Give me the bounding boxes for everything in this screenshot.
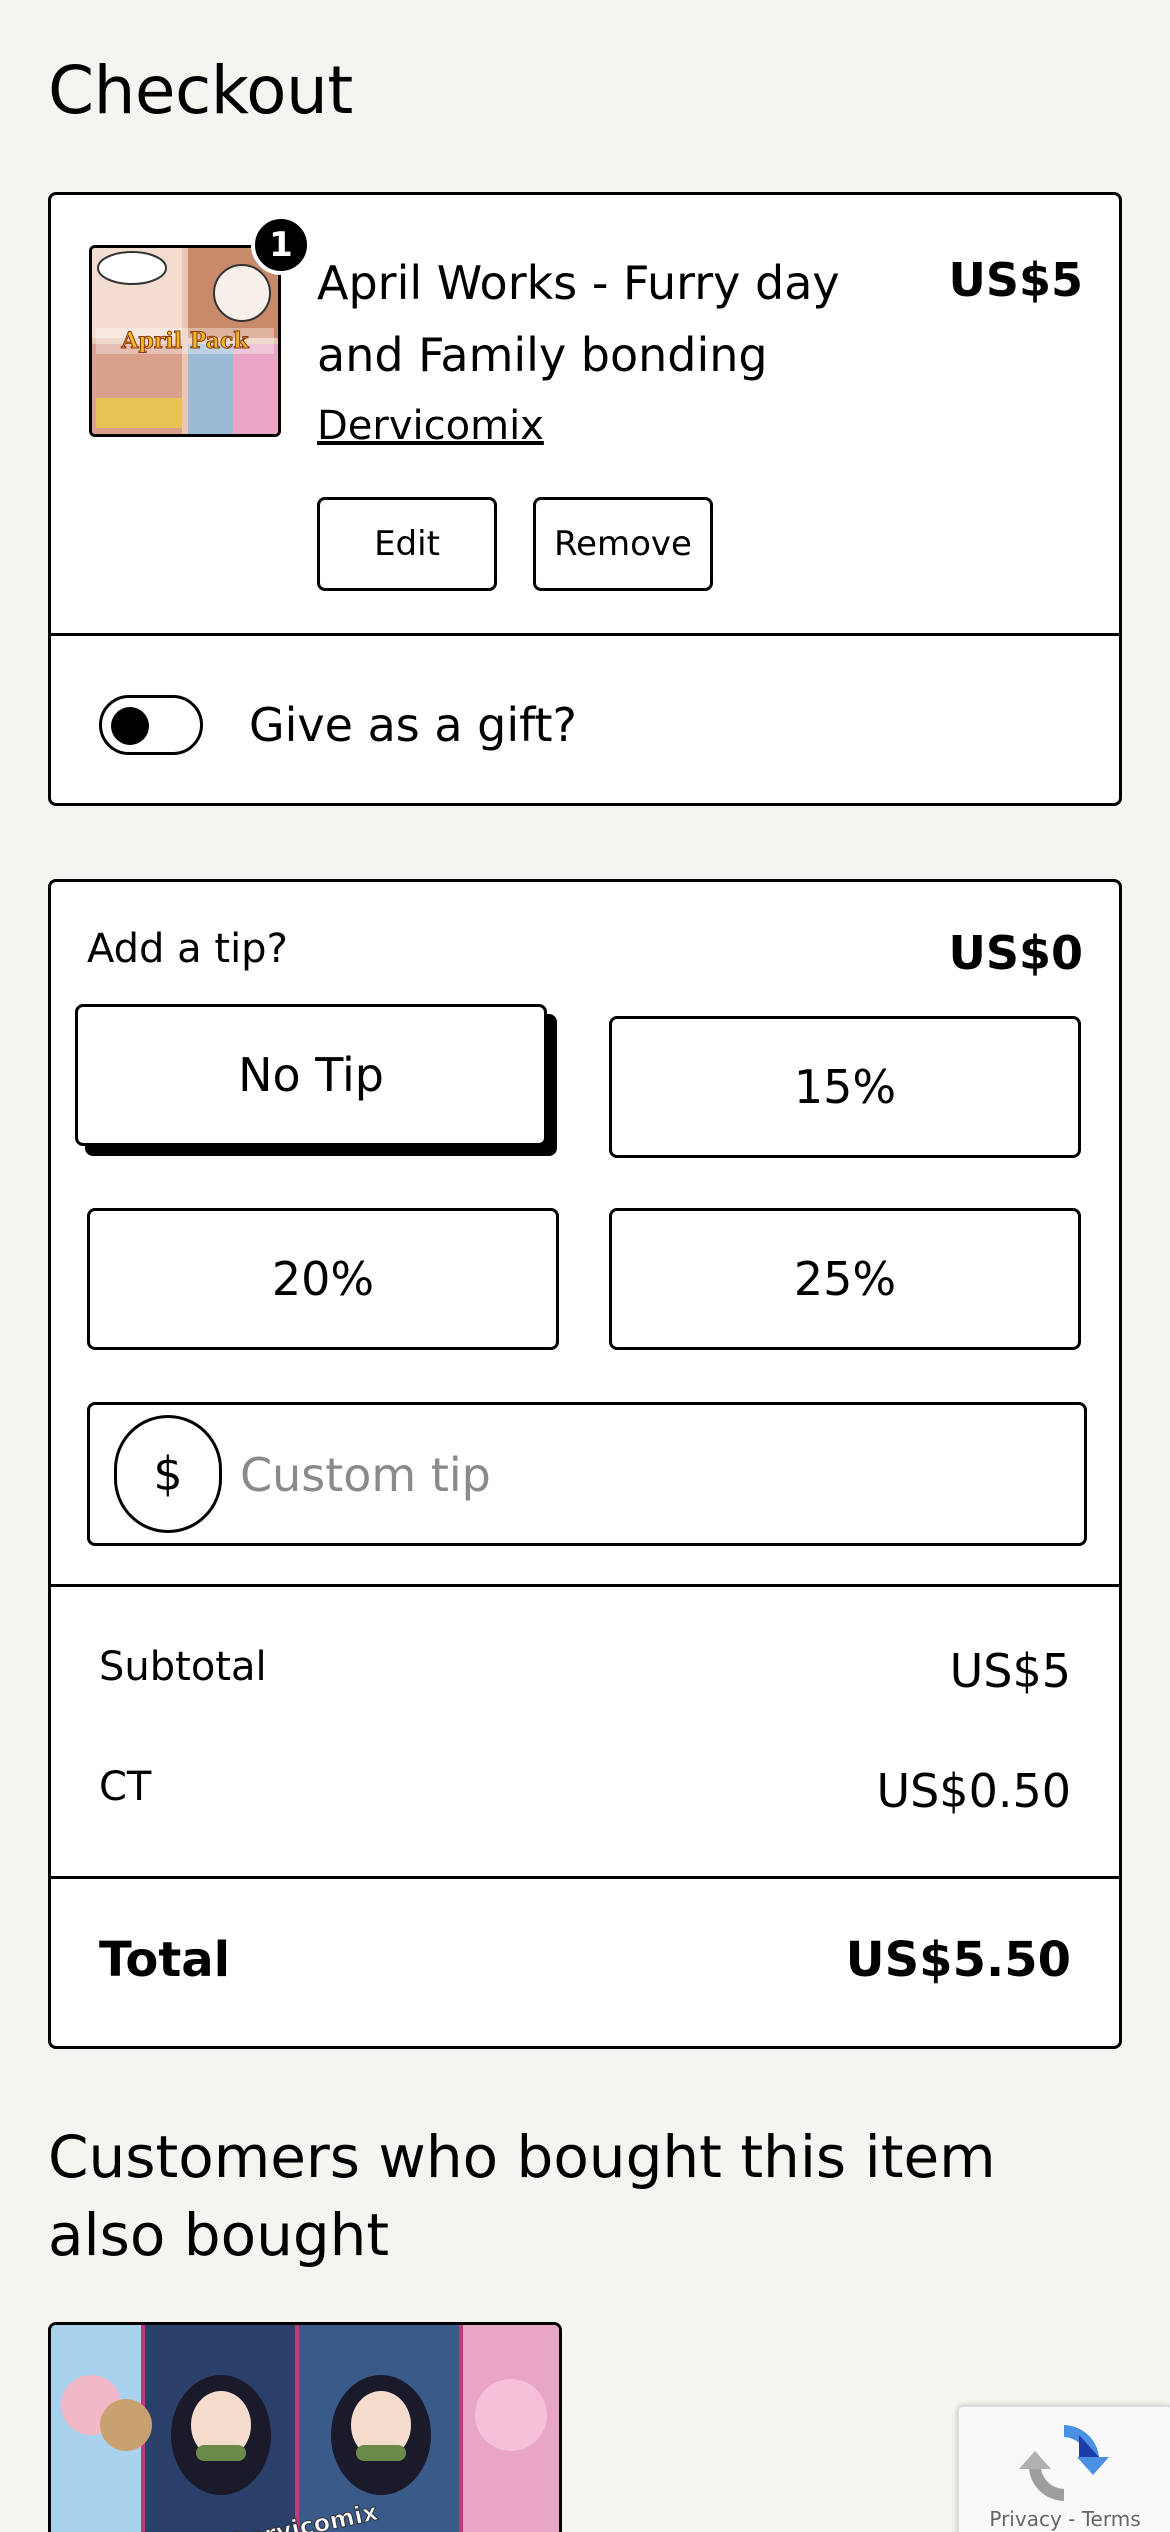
gift-toggle[interactable] (99, 695, 203, 755)
creator-link[interactable]: Dervicomix (317, 403, 544, 449)
tip-option-25[interactable]: 25% (609, 1208, 1081, 1350)
divider (51, 633, 1119, 636)
product-name: April Works - Furry day and Family bondi… (317, 256, 840, 382)
custom-tip-field: $ (87, 1402, 1087, 1546)
page-title: Checkout (48, 52, 353, 129)
tip-title: Add a tip? (87, 926, 288, 972)
tip-amount: US$0 (948, 926, 1084, 980)
divider (51, 1876, 1119, 1879)
recaptcha-badge[interactable]: Privacy - Terms (958, 2406, 1170, 2532)
total-label: Total (99, 1932, 231, 1988)
product-price: US$5 (948, 253, 1084, 307)
total-value: US$5.50 (845, 1932, 1071, 1988)
subtotal-value: US$5 (949, 1644, 1071, 1698)
remove-button[interactable]: Remove (533, 497, 713, 591)
recommended-product-image: Dervicomix (51, 2325, 559, 2532)
recaptcha-text[interactable]: Privacy - Terms (959, 2507, 1170, 2531)
tip-option-20[interactable]: 20% (87, 1208, 559, 1350)
tip-option-15[interactable]: 15% (609, 1016, 1081, 1158)
product-thumbnail-text: April Pack (120, 328, 249, 354)
toggle-knob (111, 707, 149, 745)
quantity-badge: 1 (251, 215, 311, 275)
subtotal-label: Subtotal (99, 1644, 267, 1690)
product-thumbnail[interactable]: April Pack (89, 245, 281, 437)
recaptcha-icon (1019, 2425, 1109, 2501)
divider (51, 1584, 1119, 1587)
product-thumbnail-image: April Pack (92, 248, 278, 434)
dollar-icon: $ (114, 1415, 222, 1533)
tax-value: US$0.50 (876, 1764, 1071, 1818)
recommendations-title: Customers who bought this item also boug… (48, 2123, 996, 2269)
cart-item-card: 1 April Pack April Works - Furry day and… (48, 192, 1122, 806)
checkout-page: Checkout 1 April Pack April Works - Furr… (0, 0, 1170, 2532)
tip-option-no-tip[interactable]: No Tip (75, 1004, 547, 1146)
recommended-product-thumbnail[interactable]: Dervicomix (48, 2322, 562, 2532)
tip-summary-card: Add a tip? US$0 No Tip 15% 20% 25% $ Sub… (48, 879, 1122, 2049)
edit-button[interactable]: Edit (317, 497, 497, 591)
gift-label: Give as a gift? (249, 698, 577, 752)
tax-label: CT (99, 1764, 152, 1810)
custom-tip-input[interactable] (240, 1425, 1060, 1525)
